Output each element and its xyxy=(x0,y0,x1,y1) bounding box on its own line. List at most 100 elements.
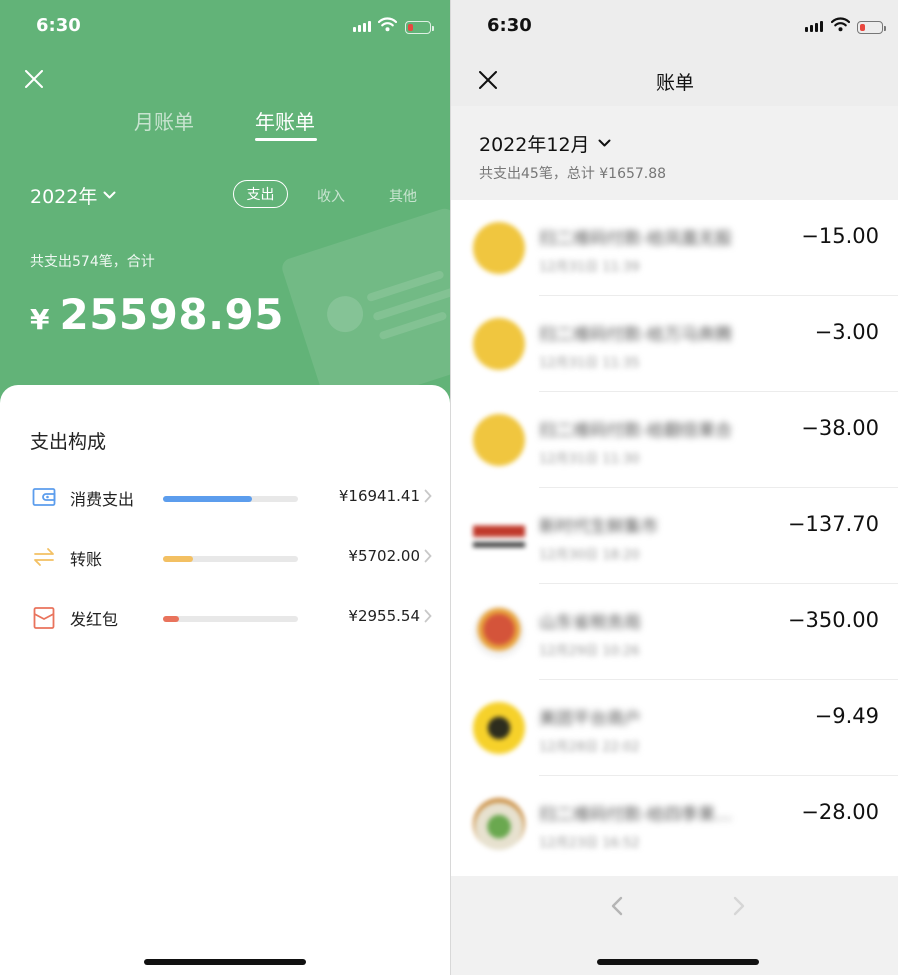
month-selector[interactable]: 2022年12月 xyxy=(479,130,611,157)
category-progress-fill xyxy=(163,496,253,502)
pagination-bar xyxy=(451,876,898,975)
status-time: 6:30 xyxy=(36,15,81,36)
merchant-avatar xyxy=(473,414,525,466)
month-selector-label: 2022年12月 xyxy=(479,134,590,156)
transaction-amount: −28.00 xyxy=(801,800,879,824)
transfer-icon xyxy=(34,548,54,566)
screen-root: 6:30 月账单 年账单 2022年 支出 收入 其他 共支出574笔，合计 ¥… xyxy=(0,0,898,975)
breakdown-title: 支出构成 xyxy=(30,431,107,453)
transaction-time: 12月30日 18:20 xyxy=(539,548,640,563)
transaction-row[interactable]: 扫二维码付款-给四季果… 12月23日 16:52 −28.00 xyxy=(451,776,898,872)
transaction-row[interactable]: 美团平台商户 12月28日 22:02 −9.49 xyxy=(451,680,898,776)
year-selector-label: 2022年 xyxy=(30,186,98,208)
wifi-icon xyxy=(831,17,850,32)
chevron-right-icon xyxy=(424,609,432,623)
chevron-down-icon xyxy=(598,139,611,147)
category-row[interactable]: 转账 ¥5702.00 xyxy=(0,543,450,573)
transaction-row[interactable]: 扫二维码付款-给凤凰无股 12月31日 11:39 −15.00 xyxy=(451,200,898,296)
transaction-time: 12月23日 16:52 xyxy=(539,836,640,851)
merchant-avatar xyxy=(473,606,525,658)
home-indicator[interactable] xyxy=(144,959,306,965)
transaction-time: 12月28日 22:02 xyxy=(539,740,640,755)
filter-income[interactable]: 收入 xyxy=(317,186,345,206)
merchant-avatar xyxy=(473,318,525,370)
transaction-time: 12月29日 10:26 xyxy=(539,644,640,659)
transaction-amount: −3.00 xyxy=(814,320,879,344)
close-icon[interactable] xyxy=(25,70,43,88)
status-bar: 6:30 xyxy=(0,0,450,56)
merchant-avatar xyxy=(473,798,525,850)
transaction-amount: −38.00 xyxy=(801,416,879,440)
transaction-time: 12月31日 11:35 xyxy=(539,356,640,371)
transaction-time: 12月31日 11:39 xyxy=(539,260,640,275)
category-row[interactable]: 发红包 ¥2955.54 xyxy=(0,603,450,633)
tab-monthly-bill[interactable]: 月账单 xyxy=(134,106,194,135)
status-time: 6:30 xyxy=(487,15,532,36)
category-amount: ¥16941.41 xyxy=(338,487,420,505)
transaction-amount: −15.00 xyxy=(801,224,879,248)
battery-icon xyxy=(857,21,886,34)
transaction-list: 扫二维码付款-给凤凰无股 12月31日 11:39 −15.00 扫二维码付款-… xyxy=(451,200,898,876)
filter-expense-label: 支出 xyxy=(246,187,275,203)
merchant-avatar xyxy=(473,222,525,274)
home-indicator[interactable] xyxy=(597,959,759,965)
category-amount: ¥5702.00 xyxy=(348,547,420,565)
annual-bill-screen: 6:30 月账单 年账单 2022年 支出 收入 其他 共支出574笔，合计 ¥… xyxy=(0,0,450,975)
transaction-amount: −9.49 xyxy=(814,704,879,728)
monthly-bill-screen: 6:30 账单 2022年12月 共支出45笔，总计 ¥1657.88 扫二维码… xyxy=(450,0,898,975)
merchant-avatar xyxy=(473,702,525,754)
transaction-name: 扫二维码付款-给四季果… xyxy=(539,805,733,825)
tab-annual-bill[interactable]: 年账单 xyxy=(255,106,315,135)
chevron-right-icon xyxy=(424,549,432,563)
total-value: 25598.95 xyxy=(59,290,285,339)
red-envelope-icon xyxy=(33,607,55,629)
active-tab-indicator xyxy=(255,138,317,141)
transaction-row[interactable]: 扫二维码付款-给万马奔腾 12月31日 11:35 −3.00 xyxy=(451,296,898,392)
bill-header: 6:30 账单 xyxy=(451,0,898,106)
category-amount: ¥2955.54 xyxy=(348,607,420,625)
transaction-row[interactable]: 新时代生鲜集市 12月30日 18:20 −137.70 xyxy=(451,488,898,584)
signal-icon xyxy=(805,21,823,32)
transaction-name: 山东省税务局 xyxy=(539,613,641,633)
filter-expense[interactable]: 支出 xyxy=(233,180,288,208)
transaction-name: 扫二维码付款-给万马奔腾 xyxy=(539,325,733,345)
transaction-row[interactable]: 扫二维码付款-给翻倍果合 12月31日 11:30 −38.00 xyxy=(451,392,898,488)
transaction-name: 新时代生鲜集市 xyxy=(539,517,658,537)
transaction-name: 扫二维码付款-给凤凰无股 xyxy=(539,229,733,249)
category-progress-track xyxy=(163,556,298,562)
transaction-time: 12月31日 11:30 xyxy=(539,452,640,467)
chevron-right-icon xyxy=(424,489,432,503)
category-name: 转账 xyxy=(70,550,103,569)
annual-total-amount: ¥ 25598.95 xyxy=(30,290,284,339)
status-bar: 6:30 xyxy=(451,0,898,56)
chevron-right-icon[interactable] xyxy=(733,896,745,916)
category-progress-track xyxy=(163,616,298,622)
transaction-name: 美团平台商户 xyxy=(539,709,641,729)
category-progress-fill xyxy=(163,556,193,562)
month-summary: 共支出45笔，总计 ¥1657.88 xyxy=(479,166,667,182)
signal-icon xyxy=(353,21,371,32)
currency-symbol: ¥ xyxy=(30,303,50,336)
annual-expense-summary: 共支出574笔，合计 xyxy=(30,254,155,270)
category-name: 发红包 xyxy=(70,610,119,629)
category-progress-fill xyxy=(163,616,180,622)
category-row[interactable]: 消费支出 ¥16941.41 xyxy=(0,483,450,513)
filter-other[interactable]: 其他 xyxy=(389,186,417,206)
category-progress-track xyxy=(163,496,298,502)
battery-icon xyxy=(405,21,434,34)
chevron-down-icon xyxy=(103,191,116,199)
category-name: 消费支出 xyxy=(70,490,135,509)
transaction-amount: −350.00 xyxy=(787,608,879,632)
chevron-left-icon[interactable] xyxy=(611,896,623,916)
transaction-name: 扫二维码付款-给翻倍果合 xyxy=(539,421,733,441)
wifi-icon xyxy=(378,17,397,32)
wallet-icon xyxy=(32,488,56,506)
page-title: 账单 xyxy=(655,72,694,94)
year-selector[interactable]: 2022年 xyxy=(30,182,116,209)
merchant-avatar xyxy=(473,510,525,562)
transaction-amount: −137.70 xyxy=(787,512,879,536)
hero-header: 6:30 月账单 年账单 2022年 支出 收入 其他 共支出574笔，合计 ¥… xyxy=(0,0,450,410)
transaction-row[interactable]: 山东省税务局 12月29日 10:26 −350.00 xyxy=(451,584,898,680)
expense-breakdown-sheet: 支出构成 消费支出 ¥16941.41 转账 ¥5702.00 发红包 ¥295… xyxy=(0,385,450,975)
decorative-card-illustration xyxy=(279,206,450,410)
